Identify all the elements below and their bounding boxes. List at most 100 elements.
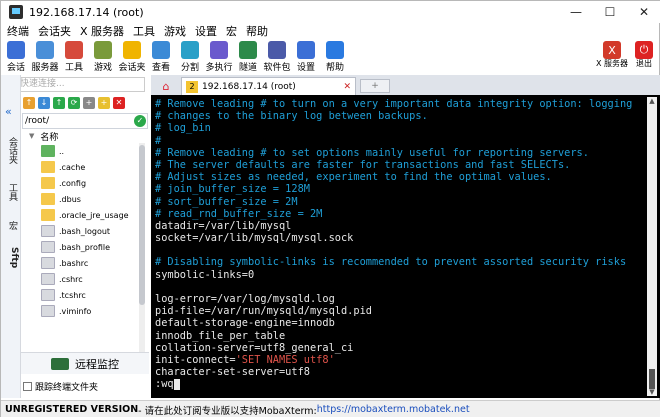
path-input[interactable]: /root/ (23, 116, 134, 126)
terminal-line: # The server defaults are faster for tra… (155, 159, 660, 171)
exit-button[interactable]: ⏻ 退出 (631, 39, 657, 68)
toolbar-button[interactable]: 多执行 (205, 39, 233, 75)
new-folder-icon[interactable]: + (98, 97, 110, 109)
terminal-line: # Remove leading # to set options mainly… (155, 147, 660, 159)
unregistered-label: UNREGISTERED VERSION (5, 404, 139, 415)
collapse-icon[interactable]: « (5, 105, 12, 118)
terminal-line: default-storage-engine=innodb (155, 317, 660, 329)
x-server-button[interactable]: X X 服务器 (596, 39, 628, 68)
sftp-toolbar: ↑ ↓ ↑ ⟳ + + ✕ (21, 93, 149, 113)
app-logo-icon (9, 5, 23, 19)
window-title: 192.168.17.14 (root) (29, 5, 144, 19)
follow-folder-option[interactable]: 跟踪终端文件夹 (21, 378, 149, 394)
terminal-line: # Remove leading # to turn on a very imp… (155, 98, 660, 110)
close-tab-icon[interactable]: ✕ (343, 82, 351, 92)
file-row[interactable]: .bash_profile (21, 239, 149, 255)
terminal-line: # Disabling symbolic-links is recommende… (155, 256, 660, 268)
servers-icon (36, 41, 54, 59)
file-row[interactable]: .bash_logout (21, 223, 149, 239)
toolbar-button[interactable]: 隧道 (234, 39, 262, 75)
toolbar-button[interactable]: 查看 (147, 39, 175, 75)
file-row[interactable]: .. (21, 143, 149, 159)
menu-item[interactable]: 会话夹 (38, 23, 71, 39)
refresh-icon[interactable]: ⟳ (68, 97, 80, 109)
toolbar-label: 分割 (180, 63, 199, 73)
close-button[interactable]: ✕ (627, 1, 660, 23)
name-column-header[interactable]: 名称 (40, 130, 58, 143)
terminal-text: # join_buffer_size = 128M (155, 183, 310, 196)
menu-item[interactable]: 设置 (195, 23, 217, 39)
up-folder-icon[interactable]: ↑ (23, 97, 35, 109)
file-row[interactable]: .cshrc (21, 271, 149, 287)
maximize-button[interactable]: ☐ (593, 1, 627, 23)
terminal-text: character-set-server=utf8 (155, 366, 310, 379)
cursor (173, 378, 180, 390)
file-row[interactable]: .viminfo (21, 303, 149, 319)
scroll-up-icon[interactable]: ▲ (647, 97, 657, 105)
tab-session[interactable]: 2 192.168.17.14 (root) ✕ (181, 77, 356, 95)
download-icon[interactable]: ↓ (38, 97, 50, 109)
toolbar-button[interactable]: 服务器 (31, 39, 59, 75)
side-nav-tools[interactable]: 工具 (3, 183, 19, 201)
toolbar-button[interactable]: 分割 (176, 39, 204, 75)
new-file-icon[interactable]: + (83, 97, 95, 109)
toolbar-button[interactable]: 工具 (60, 39, 88, 75)
file-row[interactable]: .config (21, 175, 149, 191)
toolbar-label: 帮助 (325, 63, 344, 73)
terminal-scrollbar[interactable]: ▲ ▼ (647, 97, 657, 396)
menu-item[interactable]: 帮助 (246, 23, 268, 39)
website-link[interactable]: https://mobaxterm.mobatek.net (317, 404, 470, 415)
menu-item[interactable]: 宏 (226, 23, 237, 39)
path-confirm-icon[interactable]: ✓ (134, 115, 146, 127)
toolbar-button[interactable]: 会话夹 (118, 39, 146, 75)
home-tab[interactable]: ⌂ (151, 77, 181, 95)
terminal-line: innodb_file_per_table (155, 330, 660, 342)
file-name: .oracle_jre_usage (59, 210, 129, 220)
toolbar-label: 隧道 (238, 63, 257, 73)
file-name: .. (59, 146, 65, 156)
packages-icon (268, 41, 286, 59)
terminal-text: datadir=/var/lib/mysql (155, 219, 292, 232)
file-list-scrollbar[interactable] (139, 143, 145, 353)
file-row[interactable]: .bashrc (21, 255, 149, 271)
terminal-line: character-set-server=utf8 (155, 366, 660, 378)
file-row[interactable]: .tcshrc (21, 287, 149, 303)
menu-item[interactable]: 游戏 (164, 23, 186, 39)
terminal-line: # sort_buffer_size = 2M (155, 196, 660, 208)
file-icon (41, 225, 55, 237)
delete-icon[interactable]: ✕ (113, 97, 125, 109)
toolbar-button[interactable]: 软件包 (263, 39, 291, 75)
file-row[interactable]: .cache (21, 159, 149, 175)
follow-folder-checkbox[interactable] (23, 381, 32, 391)
file-row[interactable]: .dbus (21, 191, 149, 207)
toolbar-label: 软件包 (263, 63, 291, 73)
star-icon (123, 41, 141, 59)
scroll-down-icon[interactable]: ▼ (647, 388, 657, 396)
toolbar-button[interactable]: 会话 (2, 39, 30, 75)
quick-connect-input[interactable]: 快速连接... (17, 76, 145, 92)
side-nav-macros[interactable]: 宏 (3, 221, 19, 230)
file-name: .config (59, 178, 87, 188)
terminal-text: :wq (155, 378, 174, 391)
toolbar-label: 会话夹 (118, 63, 146, 73)
upload-icon[interactable]: ↑ (53, 97, 65, 109)
terminal[interactable]: # Remove leading # to turn on a very imp… (151, 95, 660, 398)
monitor-icon (51, 357, 69, 370)
new-tab-button[interactable]: + (360, 79, 390, 93)
toolbar-button[interactable]: 帮助 (321, 39, 349, 75)
toolbar-button[interactable]: 设置 (292, 39, 320, 75)
menu-item[interactable]: 终端 (7, 23, 29, 39)
toolbar-button[interactable]: 游戏 (89, 39, 117, 75)
menu-item[interactable]: X 服务器 (80, 23, 124, 39)
remote-monitor-button[interactable]: 远程监控 (21, 352, 149, 374)
file-name: .viminfo (59, 306, 92, 316)
minimize-button[interactable]: — (559, 1, 593, 23)
terminal-line: collation-server=utf8_general_ci (155, 342, 660, 354)
terminal-text: # Remove leading # to set options mainly… (155, 146, 589, 159)
side-nav-sftp[interactable]: Sftp (3, 247, 19, 268)
file-row[interactable]: .oracle_jre_usage (21, 207, 149, 223)
side-nav-sessions[interactable]: 会话夹 (3, 137, 19, 164)
menu-item[interactable]: 工具 (133, 23, 155, 39)
terminal-line: # read_rnd_buffer_size = 2M (155, 208, 660, 220)
